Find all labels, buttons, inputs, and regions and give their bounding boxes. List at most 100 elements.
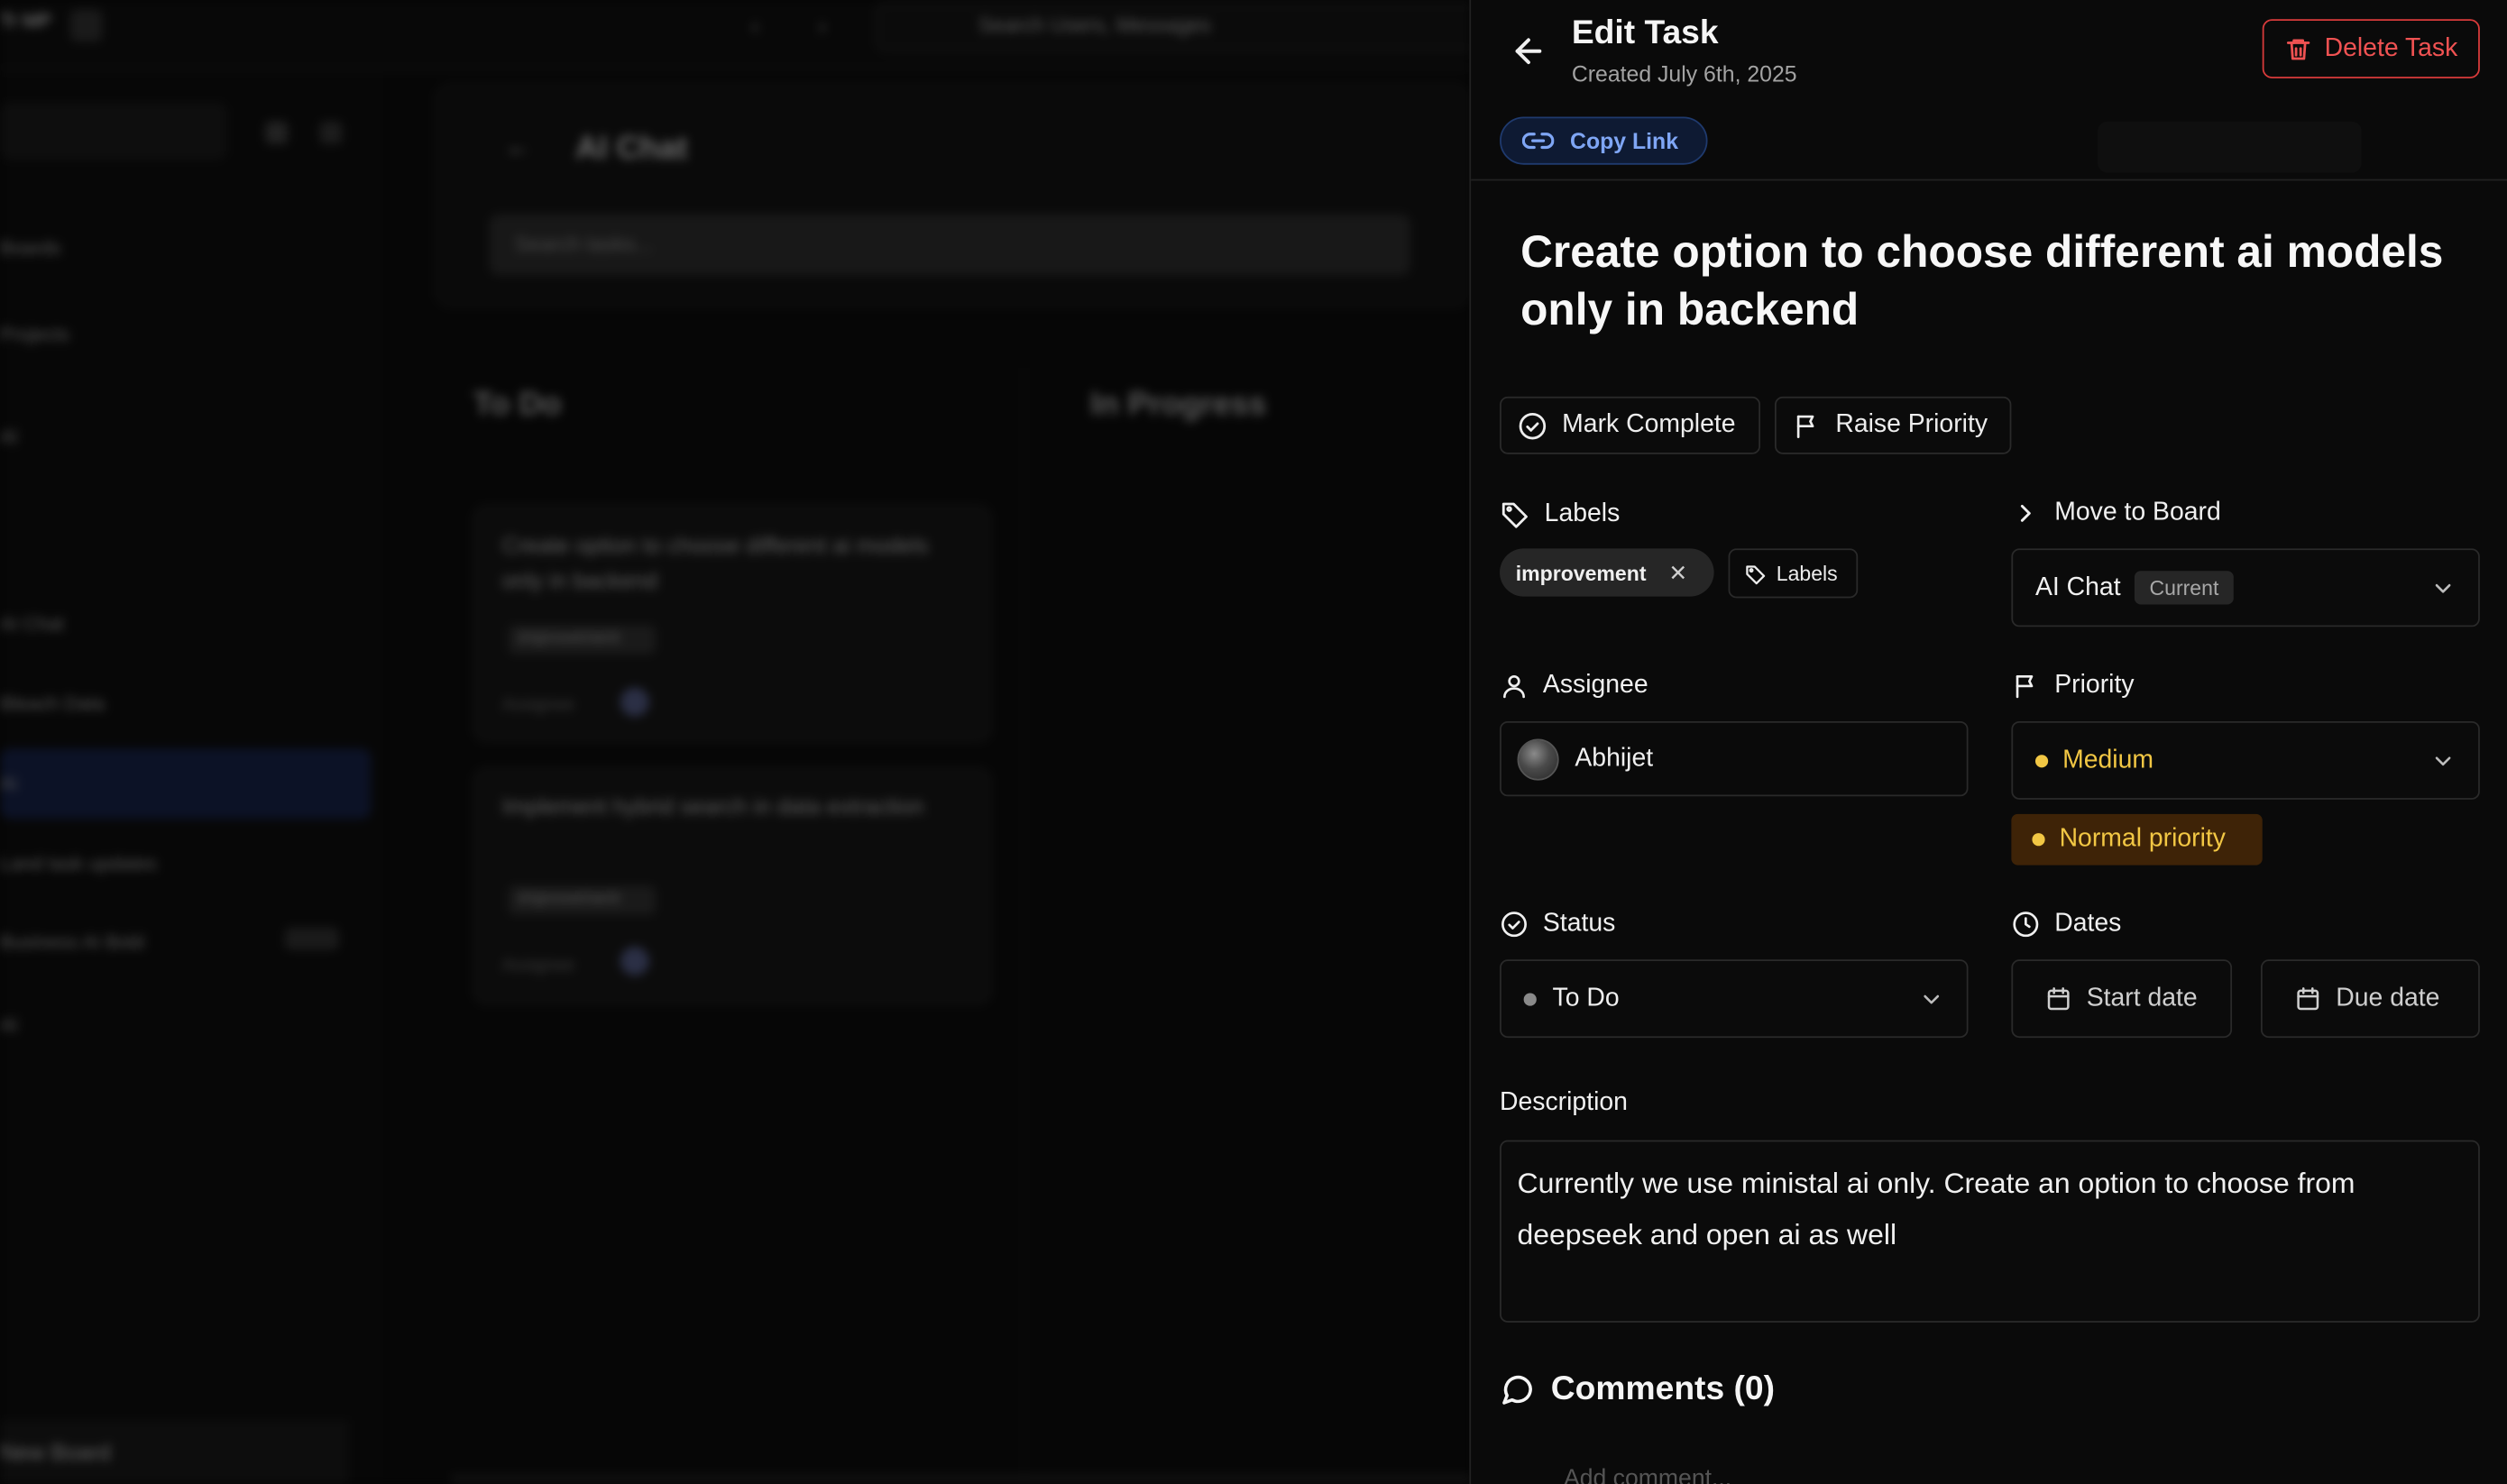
flag-icon	[1792, 410, 1821, 441]
add-labels-button[interactable]: Labels	[1728, 548, 1859, 599]
bg-card-avatar	[620, 687, 649, 717]
bg-filter-placeholder: Search tasks...	[514, 232, 653, 256]
labels-section-text: Labels	[1544, 499, 1621, 527]
priority-status-badge: Normal priority	[2011, 813, 2263, 866]
delete-task-button[interactable]: Delete Task	[2262, 19, 2480, 78]
move-to-board-text: Move to Board	[2054, 499, 2221, 527]
bg-sidebar-tag	[284, 927, 339, 950]
bg-card-meta: Assignee	[501, 956, 574, 976]
priority-badge-dot	[2032, 833, 2045, 847]
remove-label-icon[interactable]: ✕	[1668, 559, 1687, 586]
bg-column-title: In Progress	[1090, 387, 1267, 423]
trash-icon	[2284, 34, 2311, 63]
bg-column-title: To Do	[473, 387, 562, 423]
dates-section-label: Dates	[2011, 910, 2121, 939]
status-section-label: Status	[1500, 910, 1615, 939]
copy-link-label: Copy Link	[1570, 127, 1679, 154]
panel-title: Edit Task	[1571, 14, 1719, 51]
assignee-name: Abhijet	[1575, 744, 1654, 772]
due-date-label: Due date	[2336, 984, 2440, 1012]
add-comment-input[interactable]: Add comment...	[1564, 1465, 1731, 1484]
labels-section-label: Labels	[1500, 499, 1620, 529]
bg-sidebar-item: Projects	[0, 323, 69, 346]
bg-card-tag: improvement	[508, 885, 656, 915]
bg-sidebar-item: Ai	[0, 772, 17, 795]
raise-priority-button[interactable]: Raise Priority	[1774, 396, 2012, 454]
task-title[interactable]: Create option to choose different ai mod…	[1520, 224, 2464, 339]
back-arrow-icon[interactable]	[1510, 32, 1548, 70]
bg-back-icon: ←	[505, 133, 531, 162]
comments-header: Comments (0)	[1500, 1370, 1775, 1409]
priority-dot	[2034, 754, 2049, 767]
priority-select[interactable]: Medium	[2011, 720, 2480, 800]
bg-card-meta: Assignee	[501, 695, 574, 715]
priority-badge-text: Normal priority	[2059, 825, 2226, 853]
header-divider	[1471, 179, 2507, 181]
link-icon	[1521, 130, 1555, 152]
tag-icon	[1500, 499, 1530, 529]
chevron-down-icon	[1919, 985, 1944, 1011]
add-labels-label: Labels	[1776, 561, 1838, 586]
start-date-button[interactable]: Start date	[2011, 959, 2233, 1039]
bg-sidebar-item: Business AI Bold	[0, 930, 144, 954]
bg-card-tag: improvement	[508, 625, 656, 655]
copy-link-button[interactable]: Copy Link	[1500, 116, 1708, 165]
comments-title-text: Comments (0)	[1550, 1370, 1776, 1407]
chevron-down-icon	[2430, 747, 2456, 773]
chevron-right-icon	[2011, 499, 2040, 527]
status-dot	[1523, 992, 1537, 1005]
bg-app-name: Tr MP	[0, 9, 52, 32]
dates-section-text: Dates	[2054, 910, 2122, 938]
calendar-icon	[2045, 985, 2072, 1012]
label-chip-improvement: improvement ✕	[1500, 548, 1714, 597]
raise-priority-label: Raise Priority	[1835, 410, 1988, 438]
chevron-down-icon	[2430, 575, 2456, 600]
move-to-board-toggle[interactable]: Move to Board	[2011, 499, 2221, 527]
priority-section-label: Priority	[2011, 671, 2135, 701]
due-date-button[interactable]: Due date	[2260, 959, 2480, 1039]
status-section-text: Status	[1542, 910, 1616, 938]
bg-sidebar-item: AI Chat	[0, 612, 64, 636]
bg-sidebar-icon	[319, 121, 343, 144]
bg-card-title: Implement hybrid search in data extracti…	[501, 792, 924, 820]
bg-back-nav-icon: ‹	[751, 13, 759, 39]
board-select[interactable]: AI Chat Current	[2011, 548, 2480, 627]
background-board: Tr MP ‹ › Search Users, Messages Boards …	[0, 0, 1472, 1484]
bg-sidebar-active	[0, 748, 372, 820]
description-textarea[interactable]: Currently we use ministal ai only. Creat…	[1500, 1140, 2480, 1323]
calendar-icon	[2294, 985, 2321, 1012]
comment-icon	[1500, 1372, 1535, 1407]
bg-sidebar-item: Bleach Data	[0, 692, 105, 715]
avatar	[1517, 737, 1559, 780]
status-select-value: To Do	[1552, 984, 1620, 1012]
flag-icon	[2011, 672, 2040, 701]
bg-card-avatar	[620, 947, 649, 976]
start-date-label: Start date	[2086, 984, 2198, 1012]
tag-icon	[1744, 562, 1767, 584]
status-select[interactable]: To Do	[1500, 959, 1969, 1039]
mark-complete-label: Mark Complete	[1562, 410, 1736, 438]
bg-scrollbar	[450, 1474, 1472, 1484]
check-circle-icon	[1500, 910, 1529, 939]
bg-search-placeholder: Search Users, Messages	[978, 13, 1211, 37]
bg-app-chip	[70, 9, 103, 42]
bg-card-title: Create option to choose different ai mod…	[501, 532, 929, 594]
assignee-section-label: Assignee	[1500, 672, 1648, 701]
assignee-field[interactable]: Abhijet	[1500, 720, 1969, 797]
bg-sidebar-item: Boards	[0, 236, 61, 260]
bg-sidebar-icon	[265, 121, 289, 144]
delete-task-label: Delete Task	[2324, 34, 2458, 62]
bg-workspace-select	[0, 102, 227, 160]
bg-forward-nav-icon: ›	[818, 13, 827, 39]
bg-column-divider	[1023, 367, 1025, 1484]
check-circle-icon	[1518, 410, 1548, 441]
mark-complete-button[interactable]: Mark Complete	[1500, 396, 1761, 454]
priority-select-value: Medium	[2062, 746, 2154, 774]
bg-sidebar-item: Al	[0, 425, 17, 448]
user-icon	[1500, 672, 1529, 701]
priority-section-text: Priority	[2054, 671, 2135, 700]
bg-board-title: AI Chat	[575, 131, 688, 167]
bg-sidebar-item: Land task updates	[0, 852, 157, 875]
bg-sidebar-item: Al	[0, 1013, 17, 1037]
board-select-value: AI Chat	[2034, 573, 2121, 601]
